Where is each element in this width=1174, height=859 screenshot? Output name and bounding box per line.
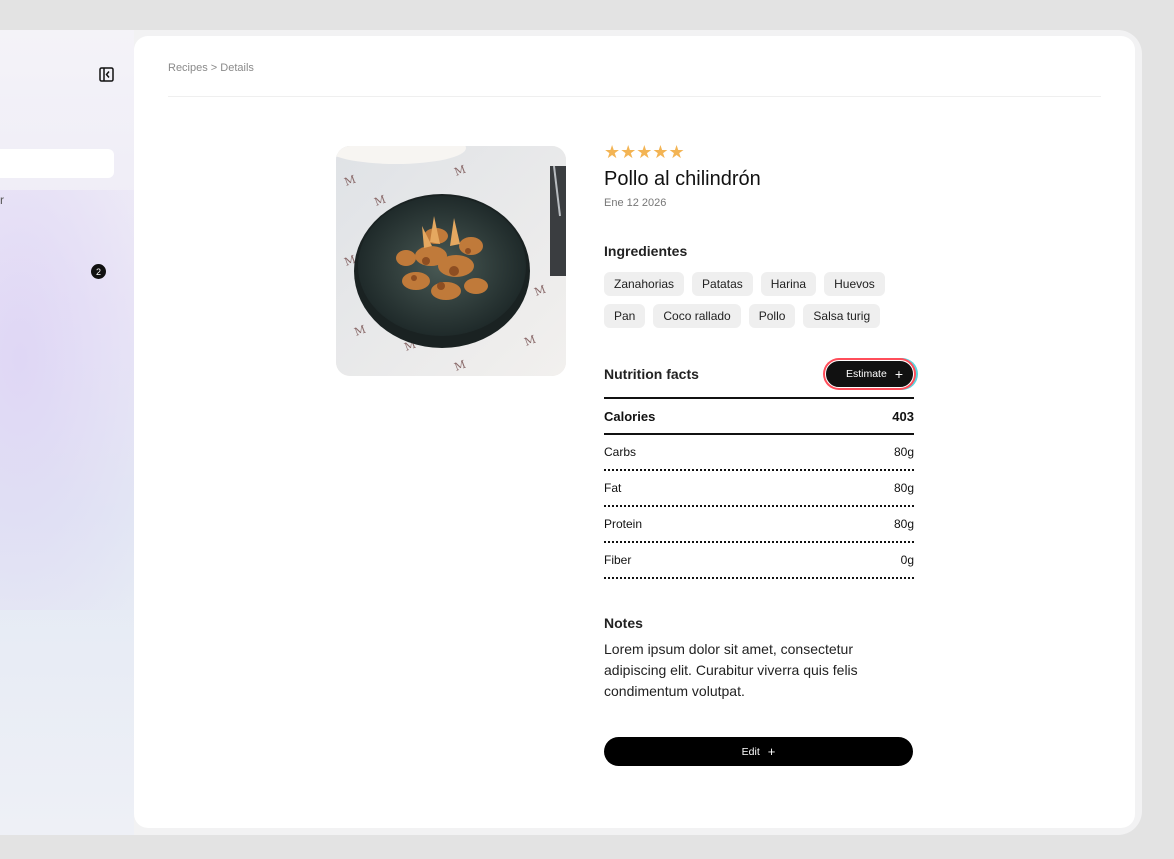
edit-button[interactable]: Edit + [604,737,913,766]
recipe-details: ★★★★★ Pollo al chilindrón Ene 12 2026 In… [604,142,914,766]
count-badge: 2 [91,264,106,279]
sidebar-item-planner[interactable]: nner [0,193,4,207]
recipe-title: Pollo al chilindrón [604,168,761,190]
rating-stars[interactable]: ★★★★★ [604,142,914,162]
sidebar-search-input[interactable] [0,149,114,178]
nutrient-label: Carbs [604,445,637,459]
calories-label: Calories [604,408,656,424]
nutrition-row: Fiber 0g [604,543,914,579]
app-window: nner rs 2 , Recipes > Details [0,30,1142,835]
nutrition-row: Protein 80g [604,507,914,543]
food-photo-image: M M M M M M M M M [336,146,566,376]
ingredient-chip[interactable]: Zanahorias [604,272,685,296]
ingredient-chip[interactable]: Pan [604,304,646,328]
sidebar-collapse-icon [98,66,114,82]
ingredient-chip[interactable]: Patatas [692,272,753,296]
plus-icon: + [894,366,903,382]
nutrient-value: 80g [893,445,914,459]
ingredients-title: Ingredientes [604,243,688,259]
nutrient-label: Fat [604,481,622,495]
nutrient-label: Fiber [604,553,632,567]
calories-value: 403 [892,408,914,424]
nutrient-value: 80g [893,517,914,531]
nutrient-value: 0g [900,553,914,567]
nutrition-title: Nutrition facts [604,366,699,382]
nutrition-row: Carbs 80g [604,435,914,471]
main-panel: Recipes > Details M M M M M M M M M ★★★★… [134,36,1135,828]
notes-text: Lorem ipsum dolor sit amet, consectetur … [604,641,858,699]
nutrition-row: Fat 80g [604,471,914,507]
nutrition-table: Calories 403 Carbs 80g Fat 80g Protein 8… [604,397,914,579]
collapse-sidebar-button[interactable] [98,66,114,82]
nutrient-label: Protein [604,517,643,531]
breadcrumb[interactable]: Recipes > Details [168,62,254,74]
header-divider [168,96,1101,97]
recipe-date: Ene 12 2026 [604,197,667,209]
estimate-button[interactable]: Estimate + [824,360,914,388]
recipe-photo: M M M M M M M M M [336,146,566,376]
calories-row: Calories 403 [604,397,914,435]
notes-title: Notes [604,615,643,631]
ingredient-chip[interactable]: Huevos [824,272,885,296]
ingredients-list: Zanahorias Patatas Harina Huevos Pan Coc… [604,272,904,328]
sidebar-item-label: nner [0,193,5,207]
estimate-label: Estimate [845,368,887,380]
ingredient-chip[interactable]: Coco rallado [653,304,741,328]
ingredient-chip[interactable]: Pollo [748,304,796,328]
sidebar-background-glow [0,190,140,610]
ingredient-chip[interactable]: Salsa turig [803,304,881,328]
edit-label: Edit [741,745,760,758]
ingredient-chip[interactable]: Harina [760,272,817,296]
nutrition-header: Nutrition facts Estimate + [604,360,914,388]
nutrient-value: 80g [893,481,914,495]
sidebar: nner rs 2 , [0,30,140,835]
plus-icon: + [767,744,776,759]
